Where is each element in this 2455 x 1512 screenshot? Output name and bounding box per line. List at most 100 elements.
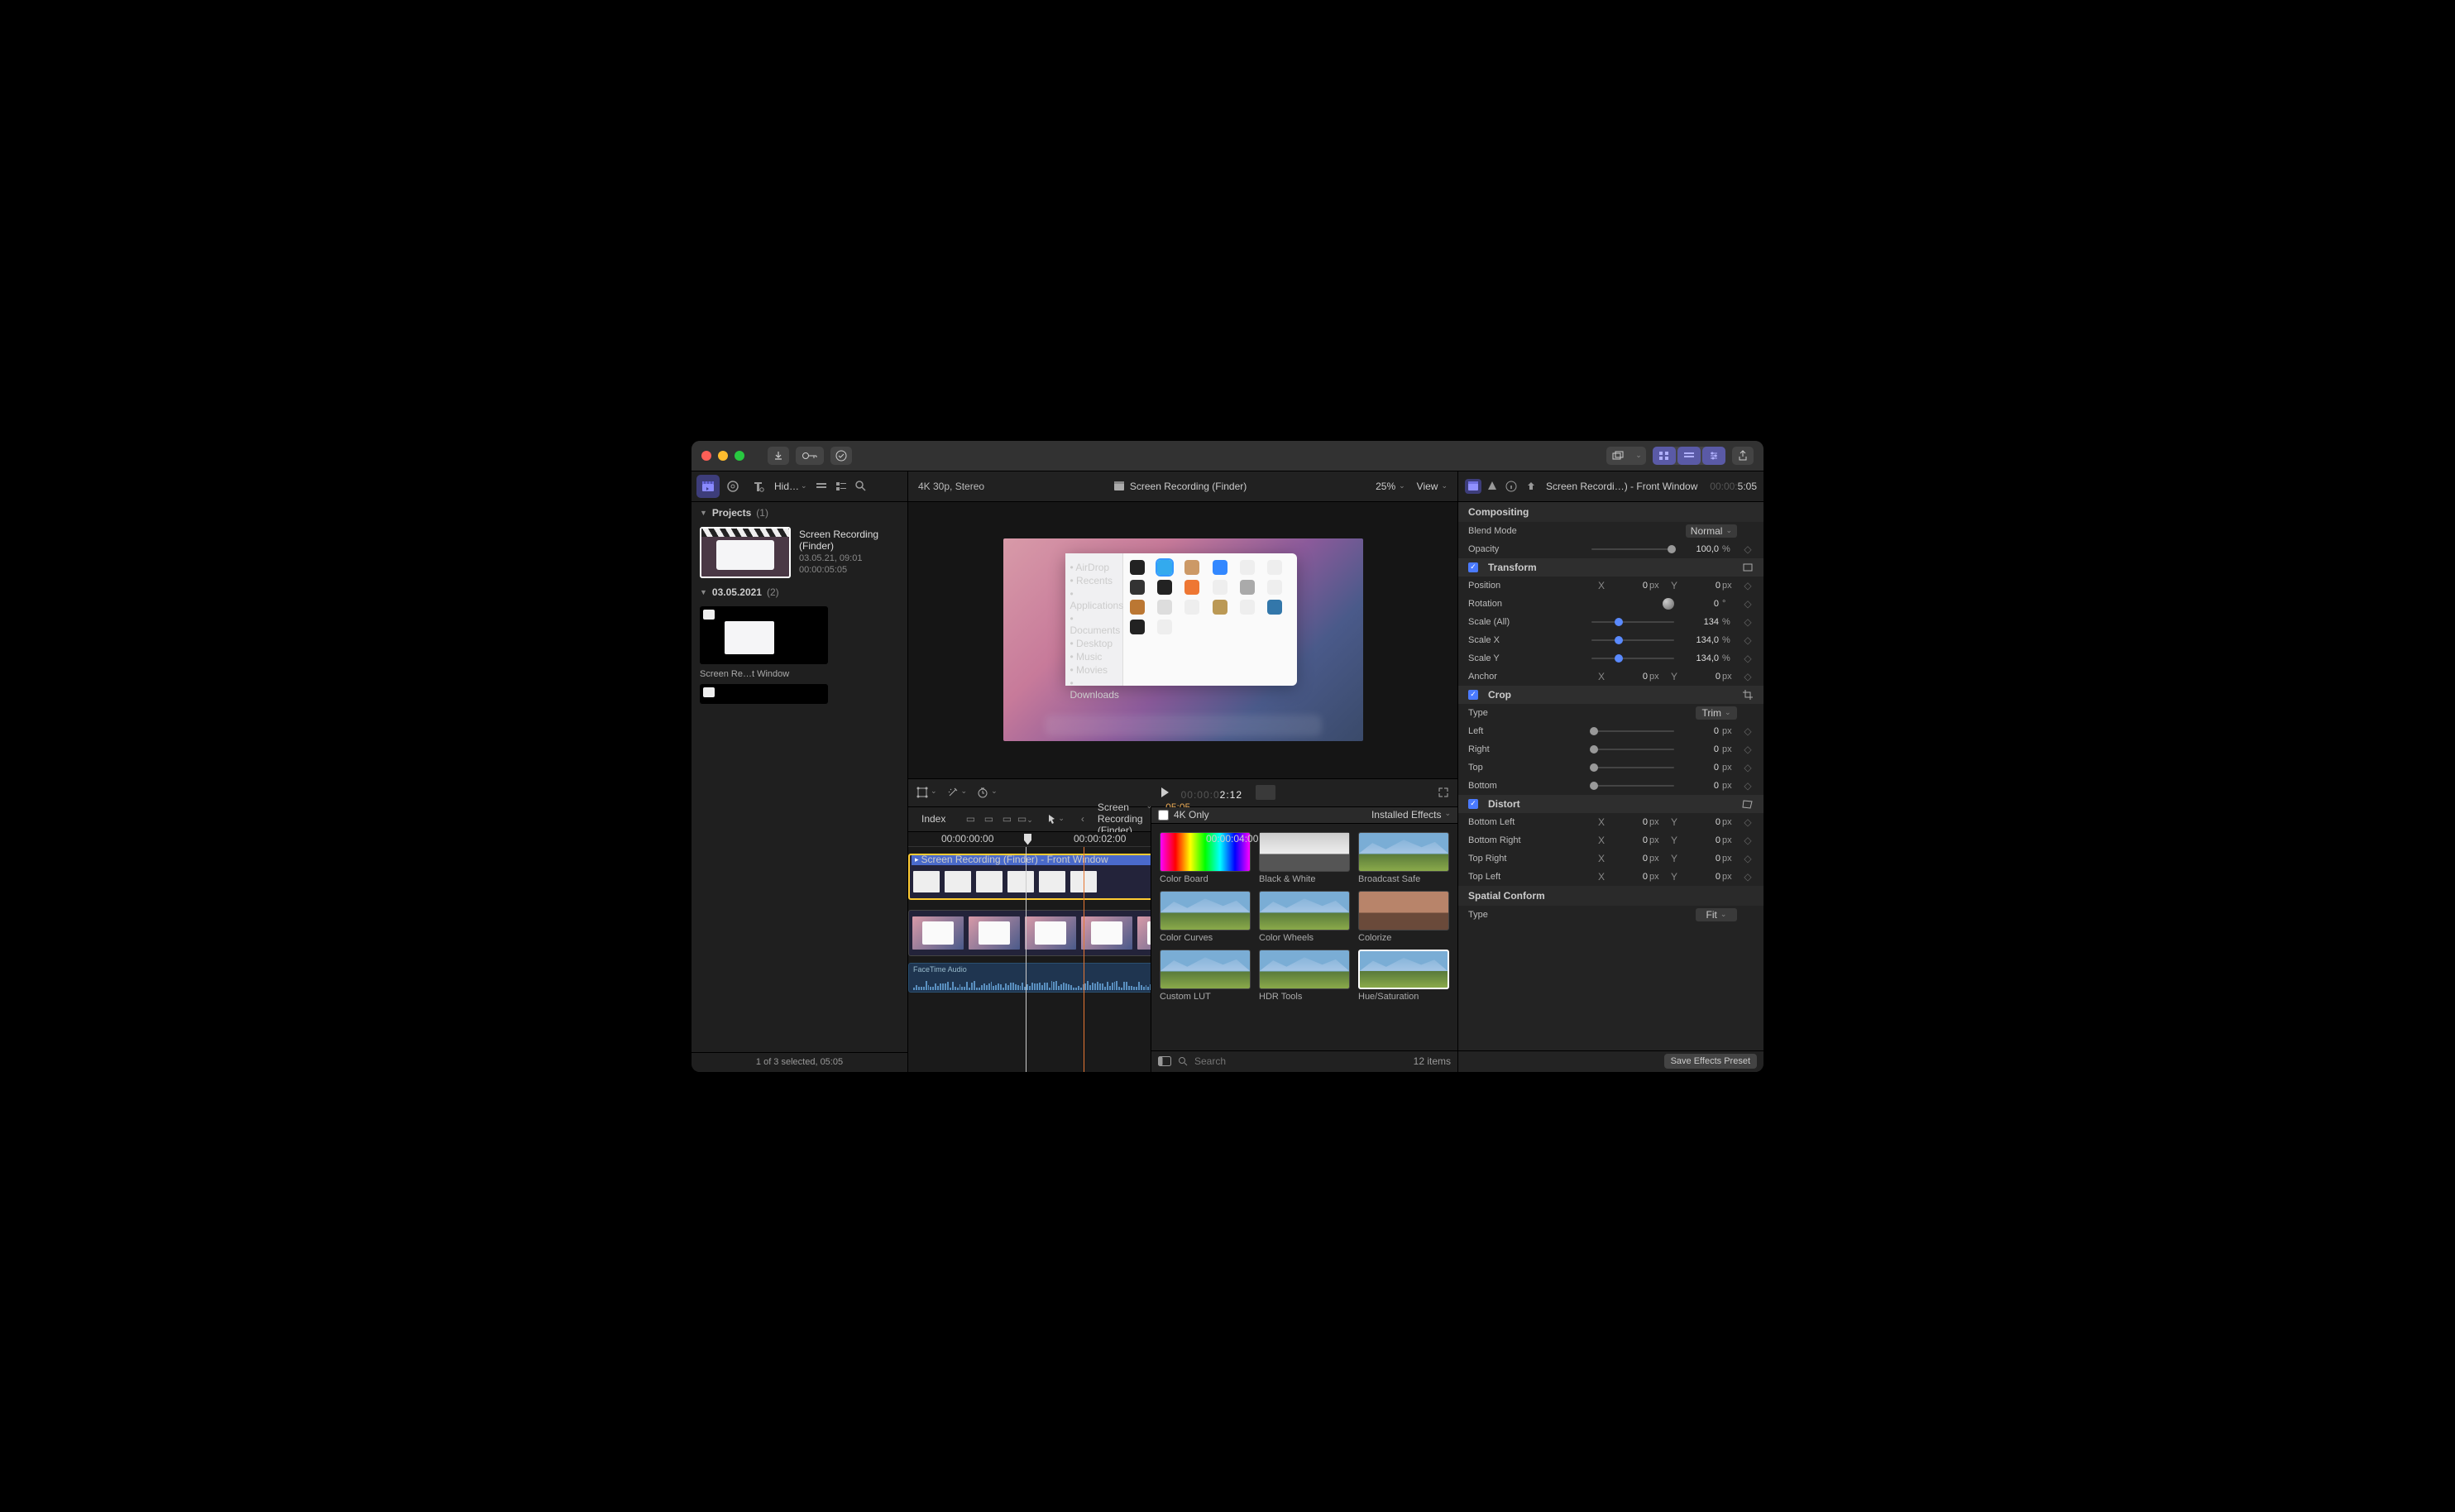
crop-section[interactable]: ✓Crop (1458, 686, 1763, 704)
crop-right-slider[interactable] (1591, 749, 1674, 750)
hide-rejected-menu[interactable]: Hid…⌄ (771, 481, 811, 492)
event-clip-1[interactable] (700, 606, 828, 664)
scale-x-slider[interactable] (1591, 639, 1674, 641)
crop-type-select[interactable]: Trim ⌄ (1696, 706, 1737, 720)
enhance-menu[interactable]: ⌄ (947, 787, 968, 798)
scale-slider[interactable] (1591, 621, 1674, 623)
playhead-line[interactable] (1026, 847, 1027, 1072)
overwrite-icon[interactable]: ▭⌄ (1017, 813, 1033, 825)
opacity-value[interactable]: 100,0 (1677, 544, 1719, 554)
crop-top-slider[interactable] (1591, 767, 1674, 768)
spatial-type-select[interactable]: Fit ⌄ (1696, 908, 1737, 921)
effect-custom-lut[interactable]: Custom LUT (1160, 950, 1251, 1002)
transform-section[interactable]: ✓Transform (1458, 558, 1763, 577)
background-tasks[interactable] (830, 447, 852, 465)
projects-disclosure[interactable]: ▼ Projects (1) (692, 502, 907, 524)
timeline-body[interactable]: ▸ Screen Recording (Finder) - Front Wind… (908, 847, 1151, 1072)
arrow-tool[interactable]: ⌄ (1048, 814, 1065, 824)
close-window[interactable] (701, 451, 711, 461)
retime-menu[interactable]: ⌄ (977, 787, 998, 798)
crop-top-value[interactable]: 0 (1677, 763, 1719, 773)
crop-left-slider[interactable] (1591, 730, 1674, 732)
effects-sort-menu[interactable]: Installed Effects⌄ (1371, 809, 1451, 821)
effect-color-curves[interactable]: Color Curves (1160, 891, 1251, 943)
index-button[interactable]: Index (916, 813, 950, 825)
effect-bw[interactable]: Black & White (1259, 832, 1350, 884)
position-x[interactable]: 0 (1606, 581, 1648, 591)
toggle-browser-menu[interactable]: ⌄ (1631, 447, 1646, 465)
spatial-section[interactable]: Spatial Conform (1458, 886, 1763, 906)
opacity-slider[interactable] (1591, 548, 1674, 550)
scale-y-slider[interactable] (1591, 658, 1674, 659)
fullscreen-button[interactable] (1438, 787, 1449, 798)
rotation-value[interactable]: 0 (1677, 599, 1719, 609)
timecode-display[interactable]: 00:00:02:12 (1181, 782, 1242, 802)
effect-hue-sat[interactable]: Hue/Saturation (1358, 950, 1449, 1002)
minimize-window[interactable] (718, 451, 728, 461)
rotation-reset[interactable]: ◇ (1742, 598, 1754, 610)
timeline-back[interactable]: ‹ (1081, 813, 1084, 825)
distort-icon[interactable] (1742, 799, 1754, 809)
filmstrip-view[interactable] (812, 475, 830, 498)
transform-menu[interactable]: ⌄ (916, 787, 937, 798)
position-reset[interactable]: ◇ (1742, 580, 1754, 591)
share-inspector-tab[interactable] (1523, 478, 1539, 495)
share-button[interactable] (1732, 447, 1754, 465)
transform-icon[interactable] (1742, 562, 1754, 572)
insert-icon[interactable]: ▭ (980, 813, 997, 825)
crop-bottom-slider[interactable] (1591, 785, 1674, 787)
append-icon[interactable]: ▭ (998, 813, 1015, 825)
effect-colorize[interactable]: Colorize (1358, 891, 1449, 943)
scale-all-value[interactable]: 134 (1677, 617, 1719, 627)
toggle-inspector-panel[interactable] (1702, 447, 1725, 465)
zoom-menu[interactable]: 25%⌄ (1376, 481, 1405, 492)
anchor-y[interactable]: 0 (1679, 672, 1720, 682)
crop-checkbox[interactable]: ✓ (1468, 690, 1478, 700)
scale-reset[interactable]: ◇ (1742, 616, 1754, 628)
photos-tab[interactable] (721, 475, 744, 498)
connect-above-icon[interactable]: ▭ (962, 813, 979, 825)
crop-left-value[interactable]: 0 (1677, 726, 1719, 736)
rotation-dial[interactable] (1663, 598, 1674, 610)
effect-hdr-tools[interactable]: HDR Tools (1259, 950, 1350, 1002)
color-inspector-tab[interactable] (1485, 478, 1500, 495)
import-button[interactable] (768, 447, 789, 465)
save-preset-button[interactable]: Save Effects Preset (1664, 1054, 1757, 1069)
distort-checkbox[interactable]: ✓ (1468, 799, 1478, 809)
video-inspector-tab[interactable] (1465, 479, 1481, 494)
position-y[interactable]: 0 (1679, 581, 1720, 591)
project-card[interactable]: Screen Recording (Finder) 03.05.21, 09:0… (692, 524, 907, 581)
audio-clip[interactable]: FaceTime Audio (908, 963, 1151, 993)
toggle-effects-panel[interactable] (1653, 447, 1676, 465)
anchor-x[interactable]: 0 (1606, 672, 1648, 682)
toggle-browser[interactable] (1606, 447, 1629, 465)
titles-tab[interactable] (746, 475, 769, 498)
play-button[interactable] (1160, 787, 1170, 798)
clip-1[interactable]: ▸ Screen Recording (Finder) - Front Wind… (908, 854, 1151, 900)
transform-checkbox[interactable]: ✓ (1468, 562, 1478, 572)
list-view[interactable] (832, 475, 850, 498)
crop-bottom-value[interactable]: 0 (1677, 781, 1719, 791)
event-disclosure[interactable]: ▼ 03.05.2021 (2) (692, 581, 907, 603)
4k-only-checkbox[interactable] (1158, 810, 1169, 821)
maximize-window[interactable] (735, 451, 744, 461)
compositing-section[interactable]: Compositing (1458, 502, 1763, 522)
playhead-marker[interactable] (1024, 834, 1031, 845)
view-menu[interactable]: View⌄ (1417, 481, 1448, 492)
crop-icon[interactable] (1742, 689, 1754, 701)
crop-right-value[interactable]: 0 (1677, 744, 1719, 754)
effects-sidebar-toggle[interactable] (1158, 1056, 1171, 1066)
scale-y-value[interactable]: 134,0 (1677, 653, 1719, 663)
opacity-reset[interactable]: ◇ (1742, 543, 1754, 555)
effect-color-wheels[interactable]: Color Wheels (1259, 891, 1350, 943)
search-browser[interactable] (852, 475, 870, 498)
effects-search-input[interactable] (1194, 1055, 1407, 1067)
scale-x-value[interactable]: 134,0 (1677, 635, 1719, 645)
keyword-button[interactable] (796, 447, 824, 465)
toggle-timeline-panel[interactable] (1677, 447, 1701, 465)
event-clip-2[interactable] (700, 684, 828, 704)
effect-broadcast-safe[interactable]: Broadcast Safe (1358, 832, 1449, 884)
timeline-ruler[interactable]: 00:00:00:00 00:00:02:00 00:00:04:00 (908, 832, 1151, 847)
library-tab[interactable] (696, 475, 720, 498)
blend-mode-select[interactable]: Normal ⌄ (1686, 524, 1737, 538)
